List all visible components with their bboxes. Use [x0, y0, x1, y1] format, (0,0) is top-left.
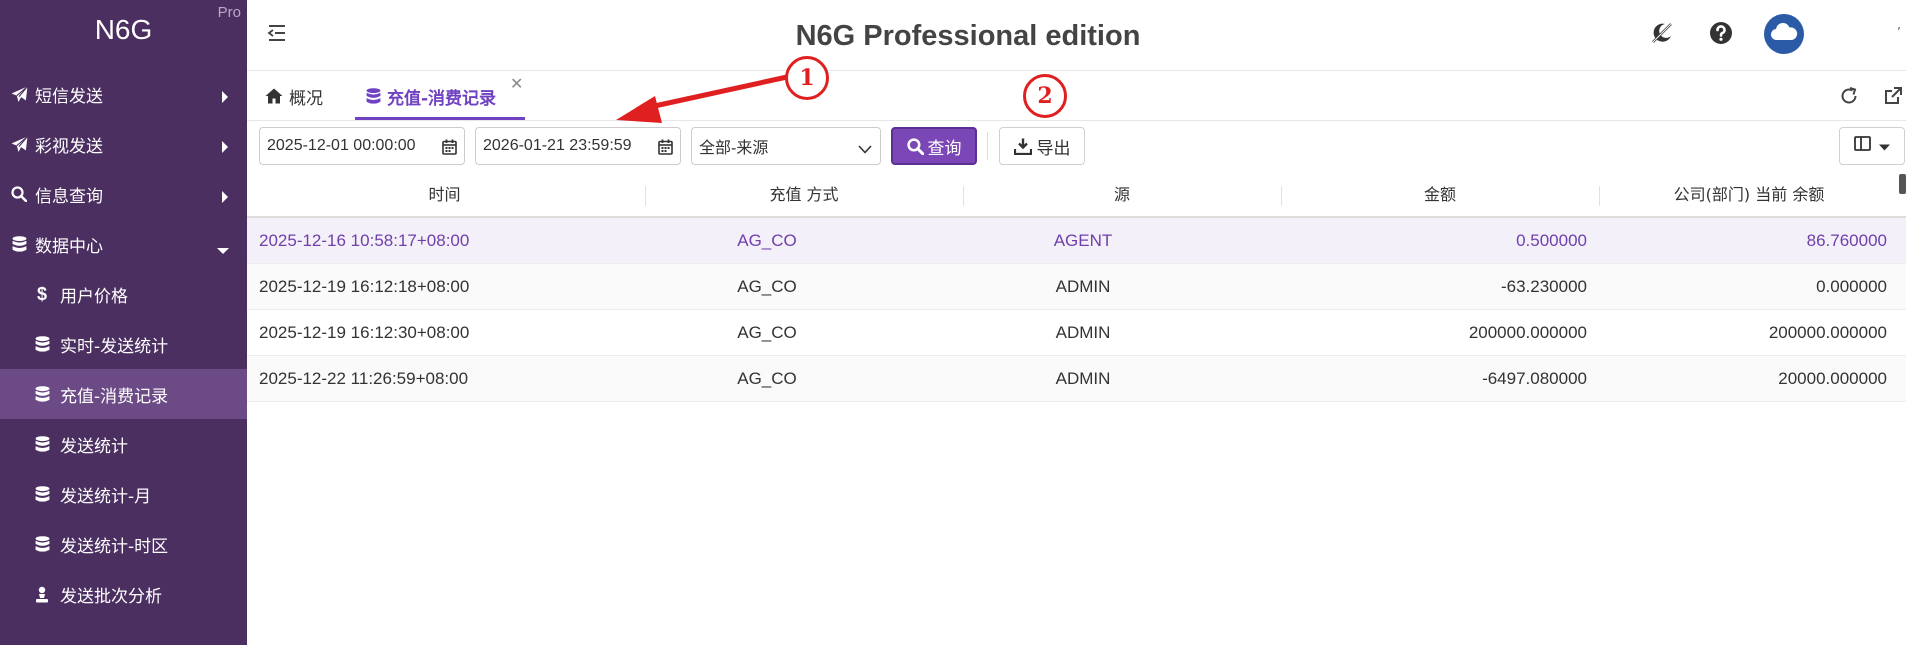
annotation-arrow	[616, 74, 790, 123]
annotation-badge-2: 2	[1023, 74, 1067, 118]
annotation-badge-1: 1	[785, 56, 829, 100]
